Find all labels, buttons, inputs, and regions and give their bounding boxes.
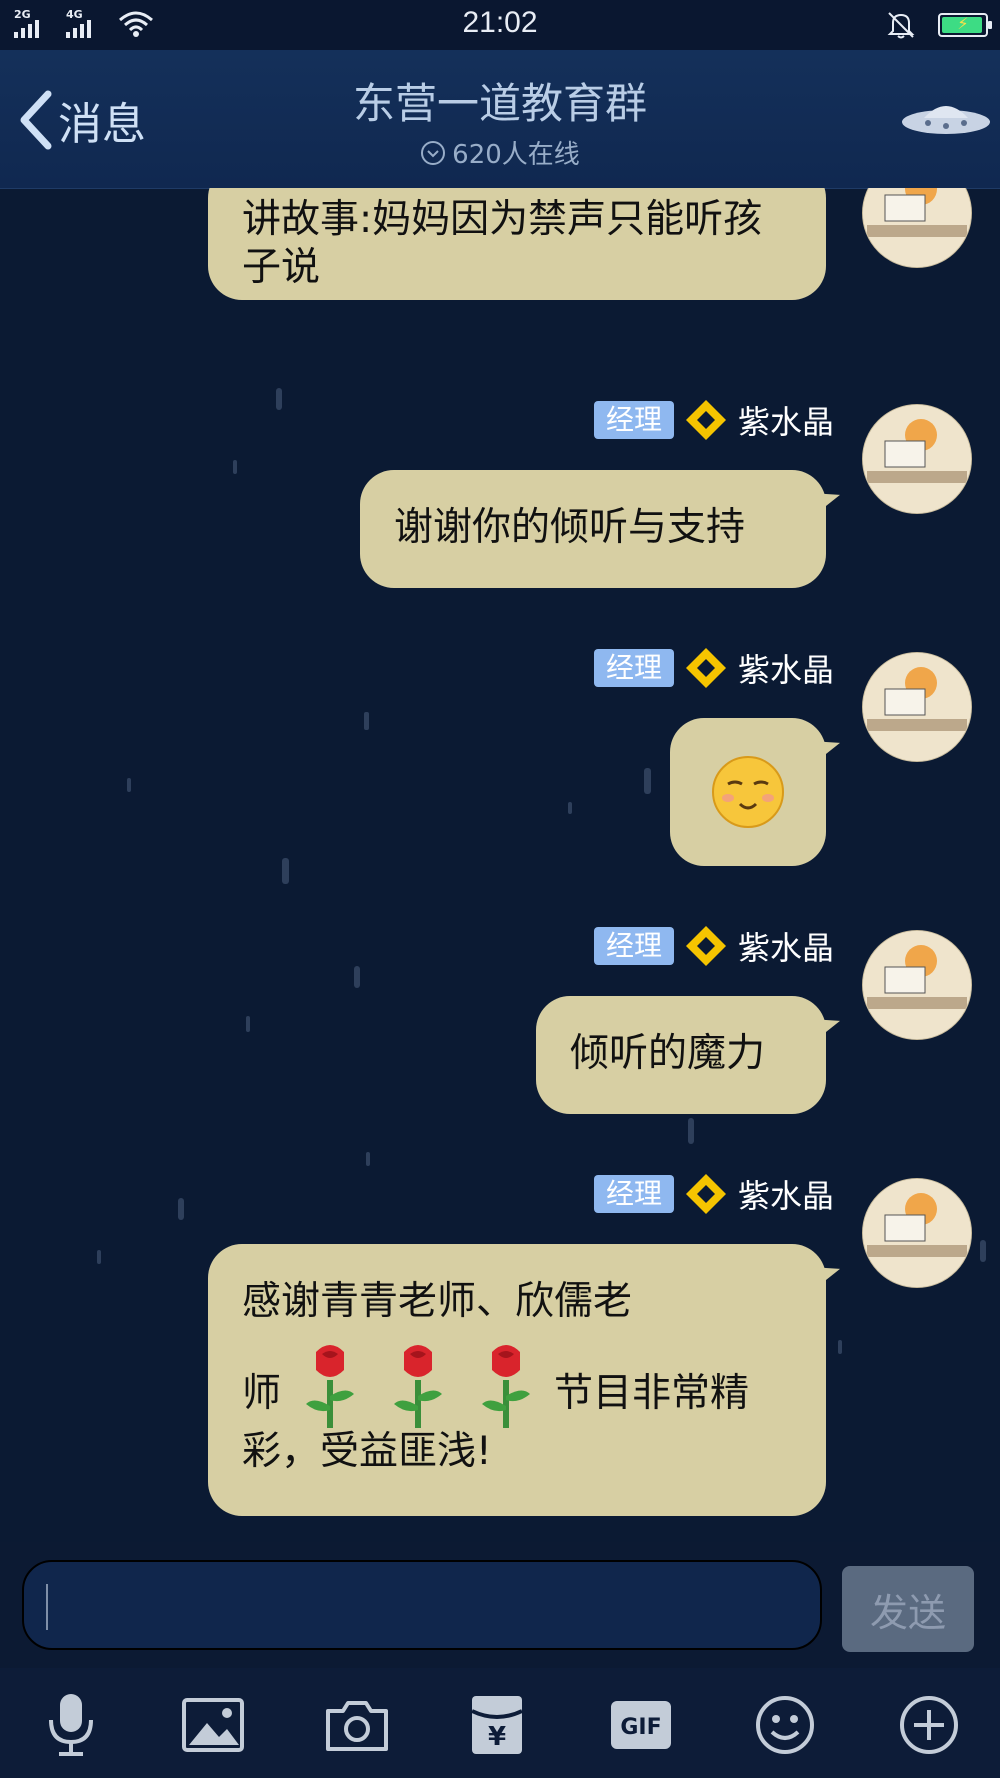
diamond-badge-icon [685,400,726,440]
text-cursor [46,1584,48,1630]
input-bar: 发送 [0,1542,1000,1668]
plus-button[interactable] [894,1690,964,1760]
sender-line: 经理 紫水晶 [593,397,834,443]
message-text-line: 师 [242,1371,282,1416]
ufo-icon[interactable] [898,92,994,142]
role-badge: 经理 [593,649,674,687]
emoji-icon [756,1696,814,1754]
image-button[interactable] [178,1690,248,1760]
emoji-button[interactable] [750,1690,820,1760]
plus-icon [900,1696,958,1754]
bell-muted-icon [887,12,915,39]
message-text-line: 感谢青青老师、欣儒老 [242,1279,633,1324]
yuan-symbol: ¥ [488,1722,506,1752]
message-text: 谢谢你的倾听与支持 [394,505,746,550]
message-input[interactable] [22,1560,822,1650]
sender-line: 经理 紫水晶 [593,923,834,969]
gif-icon: GIF [611,1701,671,1749]
cat-avatar-icon [863,931,971,1039]
cat-avatar-icon [863,1179,971,1287]
send-button[interactable]: 发送 [842,1566,974,1652]
rose-icon [306,1345,354,1428]
message-bubble[interactable]: 讲故事:妈妈因为禁声只能听孩子说 [208,188,826,300]
gif-button[interactable]: GIF [606,1690,676,1760]
sender-line: 经理 紫水晶 [593,1171,834,1217]
image-icon [182,1698,244,1752]
message-text-line: 节目非常精 [554,1371,750,1416]
rose-icon [394,1345,442,1428]
role-badge: 经理 [593,927,674,965]
battery-icon: ⚡ [938,13,992,37]
mic-icon [49,1694,93,1756]
clock: 21:02 [462,6,538,39]
rose-emoji-row-icon [306,1345,530,1428]
message-text: 倾听的魔力 [570,1031,766,1076]
sender-avatar[interactable] [862,1178,972,1288]
chat-header: 消息 东营一道教育群 620人在线 [0,50,1000,189]
chat-screen: 2G 4G 21:02 ⚡ 消息 东营一道教育群 620人在线 讲故事:妈妈因为… [0,0,1000,1778]
message-bubble[interactable]: 倾听的魔力 [536,996,840,1114]
sender-name[interactable]: 紫水晶 [738,923,834,969]
role-badge: 经理 [593,401,674,439]
sender-avatar[interactable] [862,404,972,514]
role-badge: 经理 [593,1175,674,1213]
message-text: 讲故事:妈妈因为禁声只能听孩子说 [242,197,763,290]
online-count-label: 620人在线 [452,140,580,170]
diamond-badge-icon [685,1174,726,1214]
message-bubble[interactable]: 谢谢你的倾听与支持 [360,470,840,588]
rose-icon [482,1345,530,1428]
gif-label: GIF [620,1715,661,1740]
input-toolbar: ¥ GIF [0,1668,1000,1778]
sender-avatar[interactable] [862,188,972,268]
cat-avatar-icon [863,653,971,761]
camera-button[interactable] [322,1690,392,1760]
emoji-bubble[interactable] [670,718,840,866]
cat-avatar-icon [863,188,971,267]
sender-avatar[interactable] [862,652,972,762]
red-packet-icon: ¥ [471,1696,523,1754]
mic-button[interactable] [36,1690,106,1760]
diamond-badge-icon [685,926,726,966]
smile-face-emoji-icon [712,756,784,828]
sender-line: 经理 紫水晶 [593,645,834,691]
sender-name[interactable]: 紫水晶 [738,397,834,443]
camera-icon [326,1701,388,1751]
chevron-down-circle-icon [421,140,446,165]
online-count[interactable]: 620人在线 [0,134,1000,171]
message-list[interactable]: 讲故事:妈妈因为禁声只能听孩子说 经理 紫水晶 谢谢你的倾听与支持 经理 紫水晶… [0,188,1000,1542]
message-bubble[interactable]: 感谢青青老师、欣儒老 师 节目非常精 彩，受益匪浅! [208,1244,840,1516]
sender-avatar[interactable] [862,930,972,1040]
sender-name[interactable]: 紫水晶 [738,645,834,691]
message-text-line: 彩，受益匪浅! [242,1429,492,1474]
sender-name[interactable]: 紫水晶 [738,1171,834,1217]
diamond-badge-icon [685,648,726,688]
cat-avatar-icon [863,405,971,513]
red-packet-button[interactable]: ¥ [462,1690,532,1760]
status-bar: 2G 4G 21:02 ⚡ [0,0,1000,50]
group-title[interactable]: 东营一道教育群 [0,70,1000,131]
